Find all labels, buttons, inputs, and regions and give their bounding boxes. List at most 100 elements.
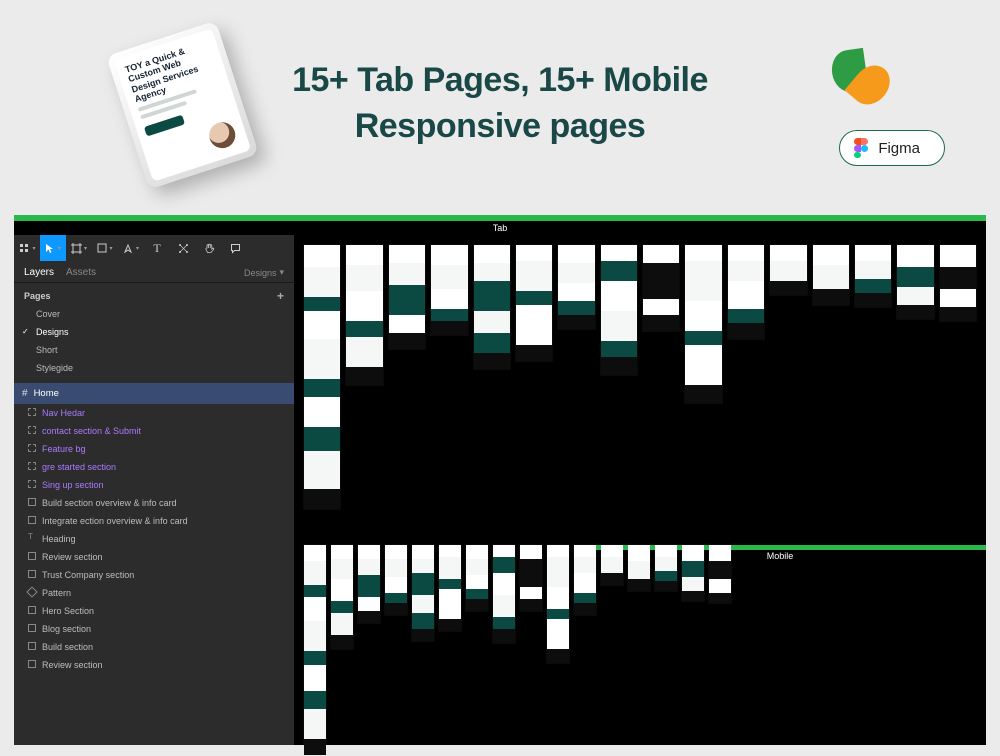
artboard[interactable] <box>358 545 380 623</box>
text-tool[interactable]: T <box>144 235 170 261</box>
layer-item[interactable]: gre started section <box>14 458 294 476</box>
resize-tool[interactable] <box>170 235 196 261</box>
hero-title: 15+ Tab Pages, 15+ Mobile Responsive pag… <box>292 58 708 150</box>
frame-tool[interactable] <box>66 235 92 261</box>
artboard-section <box>728 323 764 339</box>
layer-item[interactable]: Trust Company section <box>14 566 294 584</box>
artboard-section <box>940 267 976 289</box>
artboard-section <box>682 545 704 561</box>
artboard-section <box>474 353 510 369</box>
artboard[interactable] <box>474 245 510 369</box>
artboard-section <box>574 545 596 557</box>
tab-assets[interactable]: Assets <box>66 267 96 278</box>
shape-tool[interactable] <box>92 235 118 261</box>
artboard[interactable] <box>770 245 806 295</box>
pen-tool[interactable] <box>118 235 144 261</box>
hand-tool[interactable] <box>196 235 222 261</box>
artboard-section <box>346 245 382 265</box>
artboard[interactable] <box>728 245 764 339</box>
artboard[interactable] <box>304 545 326 755</box>
layer-item[interactable]: Build section <box>14 638 294 656</box>
layer-item[interactable]: Integrate ection overview & info card <box>14 512 294 530</box>
artboard-section <box>685 385 721 403</box>
layer-item[interactable]: Heading <box>14 530 294 548</box>
artboard[interactable] <box>385 545 407 615</box>
artboard[interactable] <box>466 545 488 611</box>
figma-editor: Tab T Layers As <box>14 215 986 745</box>
layer-item[interactable]: Nav Hedar <box>14 404 294 422</box>
rect-icon <box>28 498 36 506</box>
artboard-section <box>412 595 434 613</box>
artboard[interactable] <box>431 245 467 335</box>
artboard[interactable] <box>389 245 425 349</box>
artboard-section <box>331 545 353 559</box>
artboard[interactable] <box>412 545 434 641</box>
artboard[interactable] <box>331 545 353 649</box>
comment-icon <box>230 243 241 254</box>
artboard[interactable] <box>601 245 637 375</box>
page-item[interactable]: Designs <box>14 323 294 341</box>
artboard-section <box>855 279 891 293</box>
layer-item[interactable]: Sing up section <box>14 476 294 494</box>
artboard-section <box>728 261 764 281</box>
artboard-section <box>643 245 679 263</box>
figma-menu-button[interactable] <box>14 235 40 261</box>
artboard[interactable] <box>628 545 650 591</box>
figma-badge[interactable]: Figma <box>839 130 945 166</box>
artboard[interactable] <box>940 245 976 321</box>
layer-item[interactable]: Feature bg <box>14 440 294 458</box>
artboard[interactable] <box>558 245 594 329</box>
figma-canvas[interactable]: Mobile <box>294 235 986 745</box>
artboard[interactable] <box>685 245 721 403</box>
artboard-section <box>940 245 976 267</box>
layer-label: Build section overview & info card <box>42 498 177 508</box>
layer-label: Blog section <box>42 624 91 634</box>
layer-label: Integrate ection overview & info card <box>42 516 188 526</box>
rectangle-icon <box>97 243 107 253</box>
artboard[interactable] <box>516 245 552 361</box>
artboard[interactable] <box>813 245 849 305</box>
page-item[interactable]: Short <box>14 341 294 359</box>
layer-item[interactable]: Hero Section <box>14 602 294 620</box>
artboard[interactable] <box>574 545 596 615</box>
artboard[interactable] <box>493 545 515 643</box>
artboard-section <box>655 581 677 591</box>
artboard[interactable] <box>346 245 382 385</box>
layer-item[interactable]: Review section <box>14 656 294 674</box>
artboard[interactable] <box>655 545 677 591</box>
add-page-button[interactable]: + <box>277 291 284 301</box>
layer-item[interactable]: Build section overview & info card <box>14 494 294 512</box>
artboard[interactable] <box>601 545 623 585</box>
artboard-section <box>643 263 679 299</box>
move-tool[interactable] <box>40 235 66 261</box>
page-item[interactable]: Stylegide <box>14 359 294 377</box>
left-panel: Layers Assets Designs ▾ Pages + CoverDes… <box>14 261 294 745</box>
comp-icon <box>26 586 37 597</box>
artboard[interactable] <box>643 245 679 331</box>
artboard[interactable] <box>709 545 731 603</box>
artboard-section <box>358 575 380 597</box>
artboard[interactable] <box>439 545 461 631</box>
comment-tool[interactable] <box>222 235 248 261</box>
selected-frame-row[interactable]: # Home <box>14 383 294 404</box>
artboard-section <box>493 617 515 629</box>
page-switcher[interactable]: Designs ▾ <box>244 267 284 278</box>
layer-item[interactable]: contact section & Submit <box>14 422 294 440</box>
layer-label: Hero Section <box>42 606 94 616</box>
tab-layers[interactable]: Layers <box>24 267 54 278</box>
artboard[interactable] <box>855 245 891 307</box>
layer-item[interactable]: Blog section <box>14 620 294 638</box>
artboard-section <box>940 307 976 321</box>
page-item[interactable]: Cover <box>14 305 294 323</box>
artboard[interactable] <box>520 545 542 611</box>
layer-item[interactable]: Review section <box>14 548 294 566</box>
artboard-section <box>304 339 340 379</box>
artboard[interactable] <box>547 545 569 663</box>
artboard[interactable] <box>897 245 933 319</box>
layer-item[interactable]: Pattern <box>14 584 294 602</box>
group-icon <box>28 444 36 452</box>
artboard-section <box>304 267 340 297</box>
figma-toolbar: T <box>14 235 294 261</box>
artboard[interactable] <box>682 545 704 601</box>
artboard[interactable] <box>304 245 340 509</box>
